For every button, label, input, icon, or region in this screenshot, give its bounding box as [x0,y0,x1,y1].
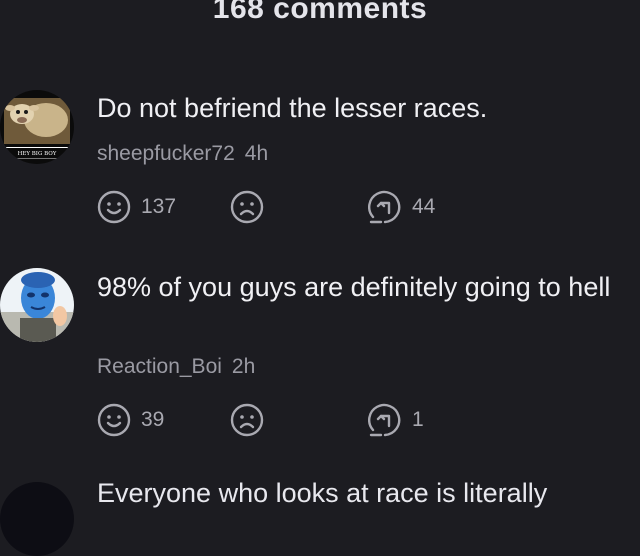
comment-meta: Reaction_Boi 2h [97,355,255,379]
upvote-count: 39 [141,408,165,431]
blue-face-avatar-image [0,268,74,342]
comment-actions: 137 44 [97,190,637,226]
reply-arrow-icon [368,190,401,224]
comment-text: 98% of you guys are definitely going to … [97,272,611,302]
comment-actions: 39 1 [97,403,637,439]
comment-text: Do not befriend the lesser races. [97,93,488,123]
reply-arrow-icon [368,403,401,437]
upvote-button[interactable]: 39 [97,403,164,437]
comment-time: 4h [244,142,269,165]
svg-text:HEY BIG BOY: HEY BIG BOY [18,151,57,157]
comment-time: 2h [231,355,256,378]
sheep-avatar-image: HEY BIG BOY [0,90,74,164]
reply-button[interactable]: 1 [368,403,424,437]
reply-button[interactable]: 44 [368,190,435,224]
comment-text: Everyone who looks at race is literally [97,478,548,508]
author-name[interactable]: sheepfucker72 [97,142,235,165]
comments-count-header: 168 comments [212,0,428,25]
downvote-button[interactable] [230,403,264,437]
smile-icon [97,190,131,224]
reply-count: 1 [412,408,424,431]
comment-meta: sheepfucker72 4h [97,142,268,166]
upvote-count: 137 [141,195,177,218]
downvote-button[interactable] [230,190,264,224]
frown-icon [230,403,264,437]
user-avatar[interactable] [0,482,74,556]
upvote-button[interactable]: 137 [97,190,176,224]
user-avatar[interactable] [0,268,74,342]
smile-icon [97,403,131,437]
user-avatar[interactable]: HEY BIG BOY [0,90,74,164]
frown-icon [230,190,264,224]
reply-count: 44 [412,195,436,218]
author-name[interactable]: Reaction_Boi [97,355,222,378]
